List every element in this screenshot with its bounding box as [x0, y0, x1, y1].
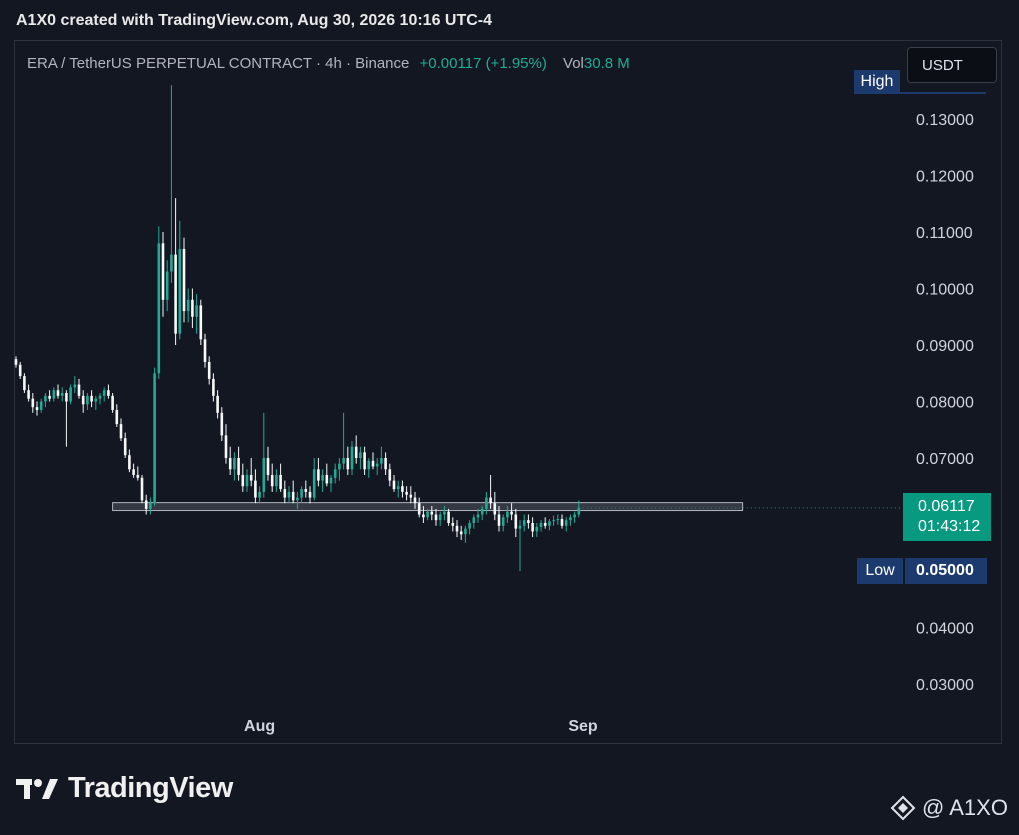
volume-label: Vol: [563, 55, 584, 72]
high-label-badge: High: [854, 70, 900, 94]
volume-value: 30.8 M: [583, 55, 630, 72]
bar-countdown: 01:43:12: [918, 518, 981, 535]
author-handle: @ A1XO: [922, 795, 1008, 820]
author-tag: @ A1XO: [890, 795, 1008, 821]
low-label-badge: Low: [857, 558, 903, 584]
chart-caption: A1X0 created with TradingView.com, Aug 3…: [16, 12, 493, 29]
low-value-badge: 0.05000: [905, 558, 987, 584]
currency-button[interactable]: USDT: [907, 47, 997, 83]
chart-pane[interactable]: [14, 40, 1002, 744]
symbol-title[interactable]: ERA / TetherUS PERPETUAL CONTRACT · 4h ·…: [27, 55, 409, 72]
symbol-legend: ERA / TetherUS PERPETUAL CONTRACT · 4h ·…: [27, 55, 630, 72]
last-price-badge: 0.06117 01:43:12: [903, 493, 991, 541]
high-marker-line: [900, 92, 986, 94]
watermark-brand: TradingView: [68, 772, 233, 804]
price-change: +0.00117 (+1.95%): [419, 55, 547, 72]
tradingview-watermark: TradingView: [16, 772, 233, 805]
binance-diamond-icon: [890, 795, 916, 821]
tradingview-logo-icon: [16, 778, 58, 799]
last-price-value: 0.06117: [918, 498, 975, 515]
